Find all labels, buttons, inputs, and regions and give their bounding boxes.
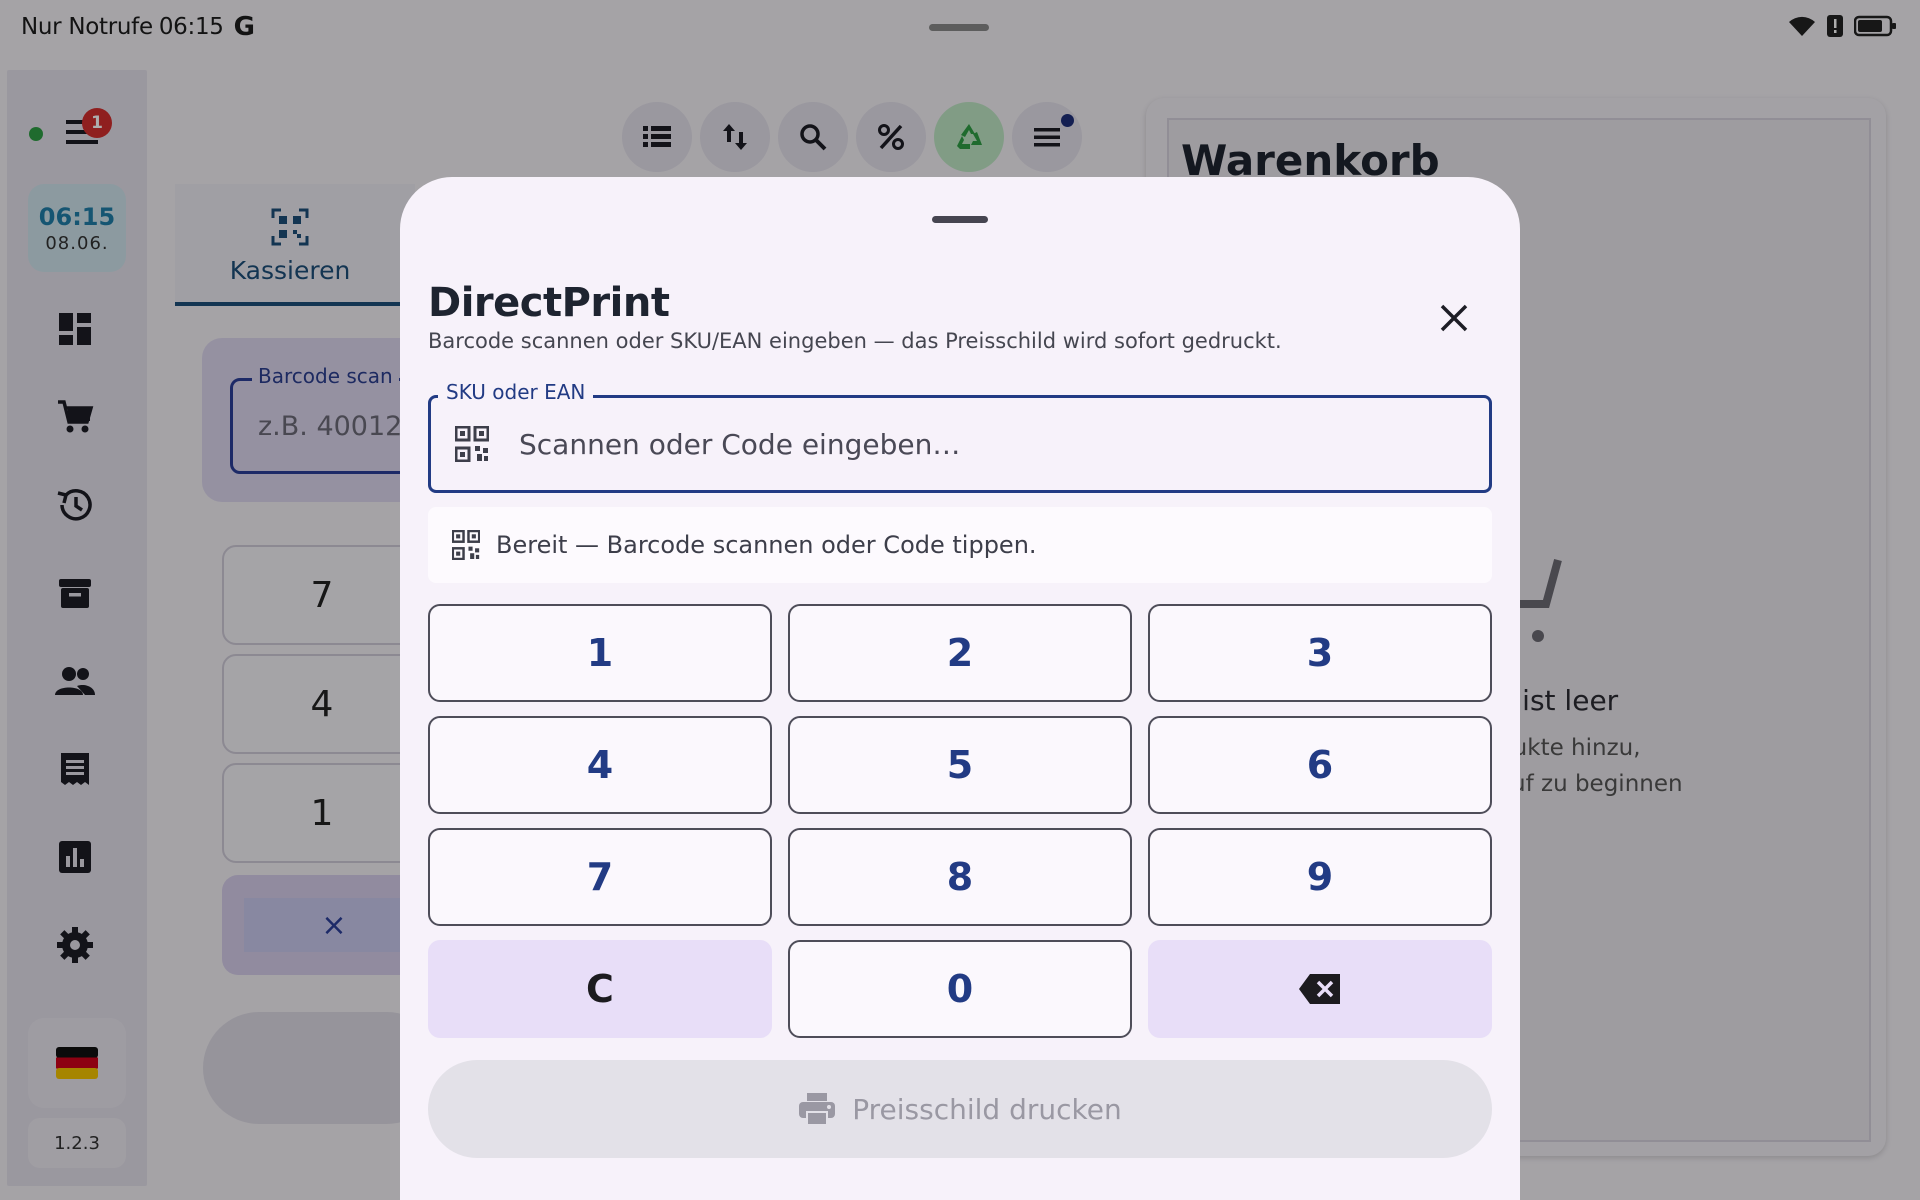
- dialog-title: DirectPrint: [428, 280, 670, 326]
- close-button[interactable]: [1430, 294, 1478, 342]
- key-3[interactable]: 3: [1148, 604, 1492, 702]
- sku-field[interactable]: [428, 395, 1492, 493]
- key-4[interactable]: 4: [428, 716, 772, 814]
- print-label-text: Preisschild drucken: [852, 1092, 1122, 1126]
- key-2[interactable]: 2: [788, 604, 1132, 702]
- sku-input[interactable]: [519, 416, 1469, 472]
- key-7[interactable]: 7: [428, 828, 772, 926]
- printer-icon: [799, 1093, 836, 1126]
- drag-handle[interactable]: [932, 216, 988, 223]
- print-label-button[interactable]: Preisschild drucken: [428, 1060, 1492, 1158]
- key-9[interactable]: 9: [1148, 828, 1492, 926]
- sku-field-label: SKU oder EAN: [438, 380, 594, 404]
- key-1[interactable]: 1: [428, 604, 772, 702]
- key-5[interactable]: 5: [788, 716, 1132, 814]
- clear-button[interactable]: C: [428, 940, 772, 1038]
- qr-code-icon: [452, 530, 480, 560]
- status-text: Bereit — Barcode scannen oder Code tippe…: [496, 531, 1037, 559]
- key-0[interactable]: 0: [788, 940, 1132, 1038]
- key-6[interactable]: 6: [1148, 716, 1492, 814]
- qr-code-icon: [455, 426, 489, 462]
- close-icon: [1440, 304, 1468, 332]
- backspace-icon: [1299, 974, 1340, 1004]
- backspace-button[interactable]: [1148, 940, 1492, 1038]
- keypad: 1 2 3 4 5 6 7 8 9 C 0: [428, 604, 1492, 1038]
- dialog-subtitle: Barcode scannen oder SKU/EAN eingeben — …: [428, 329, 1282, 353]
- directprint-sheet: DirectPrint Barcode scannen oder SKU/EAN…: [400, 177, 1520, 1200]
- status-message: Bereit — Barcode scannen oder Code tippe…: [428, 507, 1492, 583]
- key-8[interactable]: 8: [788, 828, 1132, 926]
